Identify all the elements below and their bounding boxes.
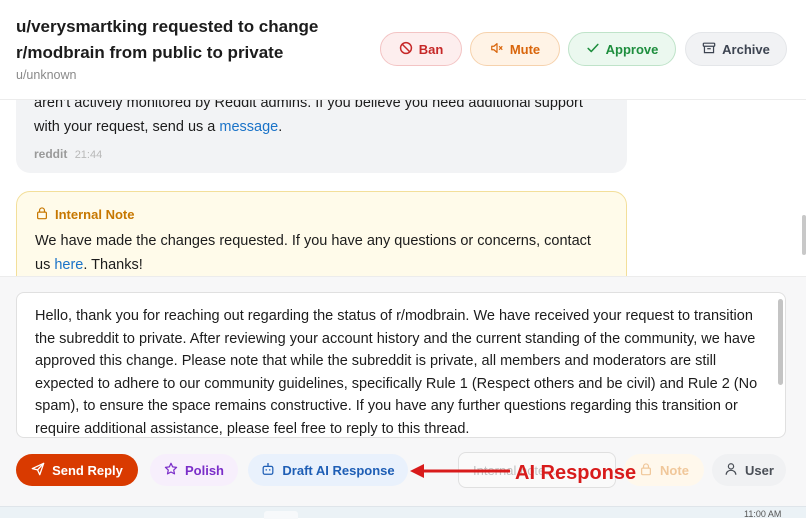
message-line-1: aren’t actively monitored by Reddit admi… [34,99,583,111]
taskbar-clock: 11:00 AM [744,509,782,519]
polish-button[interactable]: Polish [150,454,238,486]
annotation-label: AI Response [515,462,637,484]
check-icon [586,41,600,58]
mute-icon [490,41,504,58]
user-icon [724,462,738,479]
send-reply-label: Send Reply [52,462,123,478]
draft-ai-response-label: Draft AI Response [282,462,395,478]
internal-note-label: Internal Note [55,207,135,222]
internal-note: Internal Note We have made the changes r… [16,191,627,276]
send-reply-button[interactable]: Send Reply [16,454,138,486]
approve-button[interactable]: Approve [568,32,676,66]
draft-ai-response-button[interactable]: Draft AI Response [248,454,408,486]
reply-textarea[interactable]: Hello, thank you for reaching out regard… [16,292,786,438]
archive-icon [702,41,716,58]
admin-message: aren’t actively monitored by Reddit admi… [16,99,627,173]
star-icon [164,462,178,479]
archive-button[interactable]: Archive [685,32,787,66]
send-icon [31,462,45,479]
annotation-arrow-icon [410,464,510,478]
page-scrollbar[interactable] [802,215,806,255]
note-lock-icon [639,462,653,479]
approve-label: Approve [605,41,659,57]
taskbar-tab[interactable] [264,511,298,519]
robot-icon [261,462,275,479]
mute-label: Mute [509,41,541,57]
archive-label: Archive [722,41,770,57]
taskbar-strip: 11:00 AM [0,506,806,519]
ban-icon [399,41,413,58]
message-line-2-end: . [278,119,283,135]
thread-user[interactable]: u/unknown [16,68,76,82]
user-label: User [745,462,774,478]
note-label: Note [660,462,689,478]
ban-button[interactable]: Ban [380,32,462,66]
polish-label: Polish [184,462,224,478]
reply-composer: Hello, thank you for reaching out regard… [0,276,806,507]
message-author: reddit [34,147,68,161]
ban-label: Ban [418,41,444,57]
message-meta: reddit 21:44 [34,147,609,161]
thread-header: u/verysmartking requested to change r/mo… [0,0,806,100]
message-time: 21:44 [74,149,103,161]
conversation-area[interactable]: aren’t actively monitored by Reddit admi… [0,99,806,276]
note-link[interactable]: here [54,257,83,273]
message-link[interactable]: message [219,119,278,135]
mute-button[interactable]: Mute [470,32,560,66]
user-button[interactable]: User [712,454,786,486]
lock-icon [35,206,49,223]
message-body: aren’t actively monitored by Reddit admi… [34,99,609,139]
reply-scrollbar[interactable] [778,299,783,385]
note-text-end: . Thanks! [83,257,143,273]
reply-text: Hello, thank you for reaching out regard… [35,308,758,437]
thread-title: u/verysmartking requested to change r/mo… [16,17,319,62]
internal-note-header: Internal Note [35,206,608,223]
message-line-2: with your request, send us a [34,119,220,135]
internal-note-text: We have made the changes requested. If y… [35,229,608,276]
